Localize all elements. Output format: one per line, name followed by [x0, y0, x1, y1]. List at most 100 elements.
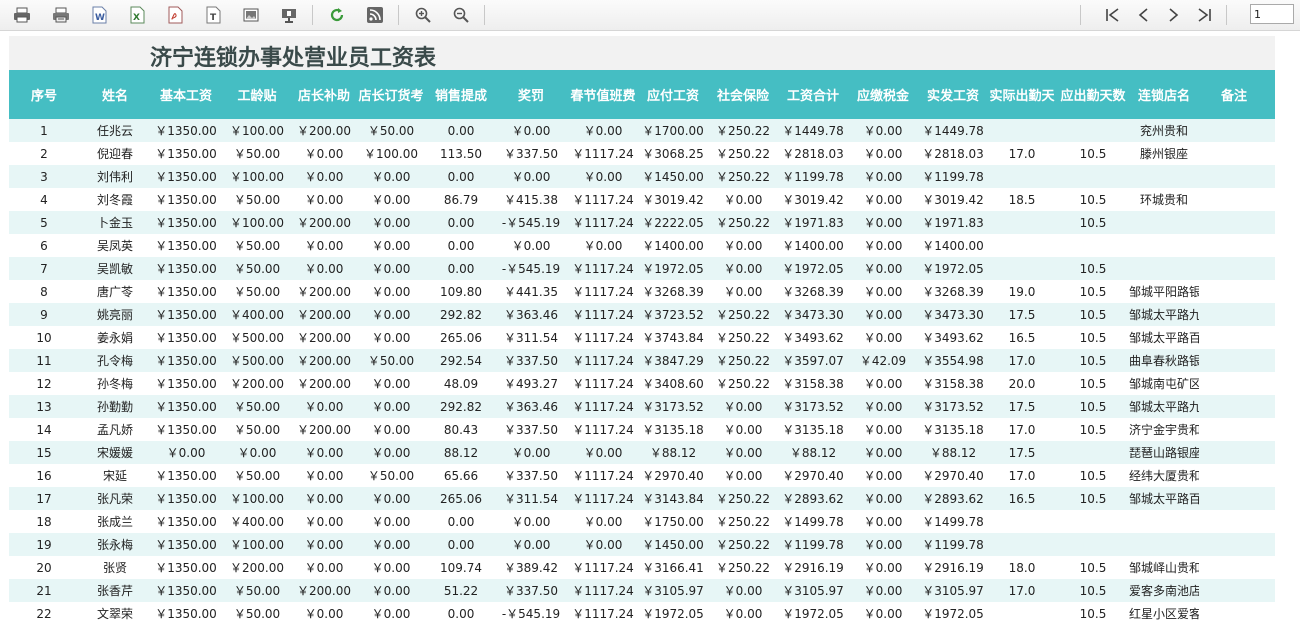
- col-bonus-penalty-cell: ￥363.46: [504, 308, 558, 322]
- col-holiday-pay-cell: ￥1117.24: [572, 607, 634, 621]
- header-col-social-insurance: 社会保险: [716, 89, 769, 104]
- table-row: 5 卜金玉 ￥1350.00 ￥100.00 ￥200.00 ￥0.00 0.00 -￥545…: [9, 211, 1275, 234]
- export-excel-icon[interactable]: X: [126, 4, 148, 26]
- col-bonus-penalty-cell: ￥311.54: [504, 331, 558, 345]
- col-payable-cell: ￥3723.52: [642, 308, 704, 322]
- col-social-insurance-cell: ￥0.00: [723, 607, 763, 621]
- col-bonus-penalty-cell: ￥337.50: [504, 147, 558, 161]
- col-name-cell: 张香芹: [96, 584, 133, 598]
- col-salary-total-cell: ￥3597.07: [782, 354, 844, 368]
- col-actual-days-cell: 18.5: [1008, 192, 1036, 207]
- col-seq-cell: 2: [40, 146, 48, 161]
- table-row: 9 姚亮丽 ￥1350.00 ￥400.00 ￥200.00 ￥0.00 292.82 ￥36…: [9, 303, 1275, 326]
- col-net-pay-cell: ￥1449.78: [922, 124, 984, 138]
- next-page-icon[interactable]: [1162, 4, 1184, 26]
- col-base-salary-cell: ￥1350.00: [155, 400, 217, 414]
- col-payable-cell: ￥3743.84: [642, 331, 704, 345]
- col-name-cell: 孔令梅: [96, 354, 133, 368]
- export-image-icon[interactable]: [240, 4, 262, 26]
- col-holiday-pay-cell: ￥1117.24: [572, 584, 634, 598]
- col-seq-cell: 18: [36, 514, 52, 529]
- col-holiday-pay-cell: ￥1117.24: [572, 331, 634, 345]
- col-required-days-cell: 10.5: [1079, 284, 1107, 299]
- table-row: 20 张贤 ￥1350.00 ￥200.00 ￥0.00 ￥0.00 109.74 ￥389.…: [9, 556, 1275, 579]
- col-payable-cell: ￥2222.05: [642, 216, 704, 230]
- col-social-insurance-cell: ￥0.00: [723, 584, 763, 598]
- table-row: 3 刘伟利 ￥1350.00 ￥100.00 ￥0.00 ￥0.00 0.00 ￥0.00 ￥0…: [9, 165, 1275, 188]
- col-base-salary-cell: ￥1350.00: [155, 262, 217, 276]
- col-tax-cell: ￥0.00: [863, 469, 903, 483]
- prev-page-icon[interactable]: [1133, 4, 1155, 26]
- first-page-icon[interactable]: [1102, 4, 1124, 26]
- col-seq-cell: 16: [36, 468, 52, 483]
- rss-icon[interactable]: [364, 4, 386, 26]
- toolbar: W X T: [0, 0, 1300, 31]
- col-manager-order-cell: ￥0.00: [371, 446, 411, 460]
- col-sales-commission-cell: 0.00: [447, 123, 475, 138]
- export-pdf-icon[interactable]: [164, 4, 186, 26]
- col-seniority-cell: ￥50.00: [233, 423, 281, 437]
- col-name-cell: 孙冬梅: [96, 377, 133, 391]
- page-number-input[interactable]: [1250, 4, 1294, 24]
- col-seq-cell: 4: [40, 192, 48, 207]
- col-manager-subsidy-cell: ￥0.00: [304, 446, 344, 460]
- zoom-out-icon[interactable]: [450, 4, 472, 26]
- col-store-cell: 琵琶山路银座: [1129, 446, 1199, 460]
- zoom-in-icon[interactable]: [412, 4, 434, 26]
- col-manager-subsidy-cell: ￥200.00: [297, 584, 351, 598]
- col-bonus-penalty-cell: ￥441.35: [504, 285, 558, 299]
- col-required-days-cell: 10.5: [1079, 422, 1107, 437]
- col-payable-cell: ￥3068.25: [642, 147, 704, 161]
- col-seniority-cell: ￥50.00: [233, 193, 281, 207]
- table-row: 7 吴凯敏 ￥1350.00 ￥50.00 ￥0.00 ￥0.00 0.00 -￥545.19…: [9, 257, 1275, 280]
- col-social-insurance-cell: ￥250.22: [716, 492, 770, 506]
- col-manager-subsidy-cell: ￥200.00: [297, 331, 351, 345]
- export-word-icon[interactable]: W: [88, 4, 110, 26]
- col-holiday-pay-cell: ￥1117.24: [572, 147, 634, 161]
- col-base-salary-cell: ￥1350.00: [155, 538, 217, 552]
- presentation-icon[interactable]: [278, 4, 300, 26]
- col-payable-cell: ￥3408.60: [642, 377, 704, 391]
- header-col-sales-commission: 销售提成: [434, 89, 487, 104]
- col-social-insurance-cell: ￥0.00: [723, 423, 763, 437]
- col-seq-cell: 21: [36, 583, 52, 598]
- col-sales-commission-cell: 0.00: [447, 169, 475, 184]
- table-row: 1 任兆云 ￥1350.00 ￥100.00 ￥200.00 ￥50.00 0.00 ￥0.0…: [9, 119, 1275, 142]
- col-tax-cell: ￥0.00: [863, 561, 903, 575]
- col-social-insurance-cell: ￥250.22: [716, 538, 770, 552]
- col-payable-cell: ￥3847.29: [642, 354, 704, 368]
- col-tax-cell: ￥0.00: [863, 400, 903, 414]
- col-holiday-pay-cell: ￥1117.24: [572, 354, 634, 368]
- col-actual-days-cell: 16.5: [1008, 330, 1036, 345]
- last-page-icon[interactable]: [1193, 4, 1215, 26]
- col-tax-cell: ￥42.09: [859, 354, 907, 368]
- col-holiday-pay-cell: ￥1117.24: [572, 400, 634, 414]
- col-salary-total-cell: ￥1972.05: [782, 607, 844, 621]
- print-icon[interactable]: [11, 4, 33, 26]
- col-seniority-cell: ￥400.00: [230, 308, 284, 322]
- col-payable-cell: ￥3268.39: [642, 285, 704, 299]
- print-preview-icon[interactable]: [50, 4, 72, 26]
- col-tax-cell: ￥0.00: [863, 538, 903, 552]
- col-manager-subsidy-cell: ￥200.00: [297, 308, 351, 322]
- col-seniority-cell: ￥100.00: [230, 492, 284, 506]
- export-text-icon[interactable]: T: [202, 4, 224, 26]
- col-required-days-cell: 10.5: [1079, 468, 1107, 483]
- col-bonus-penalty-cell: ￥337.50: [504, 354, 558, 368]
- col-name-cell: 倪迎春: [96, 147, 133, 161]
- refresh-icon[interactable]: [326, 4, 348, 26]
- header-col-remark: 备注: [1220, 89, 1247, 104]
- toolbar-separator: [398, 5, 399, 25]
- col-name-cell: 任兆云: [96, 124, 133, 138]
- header-col-net-pay: 实发工资: [926, 89, 979, 104]
- col-tax-cell: ￥0.00: [863, 124, 903, 138]
- col-seq-cell: 10: [36, 330, 52, 345]
- col-seq-cell: 15: [36, 445, 52, 460]
- col-bonus-penalty-cell: ￥337.50: [504, 469, 558, 483]
- header-col-manager-subsidy: 店长补助: [297, 89, 350, 104]
- col-seniority-cell: ￥50.00: [233, 147, 281, 161]
- col-manager-order-cell: ￥0.00: [371, 216, 411, 230]
- col-name-cell: 宋延: [102, 469, 127, 483]
- col-seq-cell: 22: [36, 606, 52, 621]
- col-seniority-cell: ￥50.00: [233, 262, 281, 276]
